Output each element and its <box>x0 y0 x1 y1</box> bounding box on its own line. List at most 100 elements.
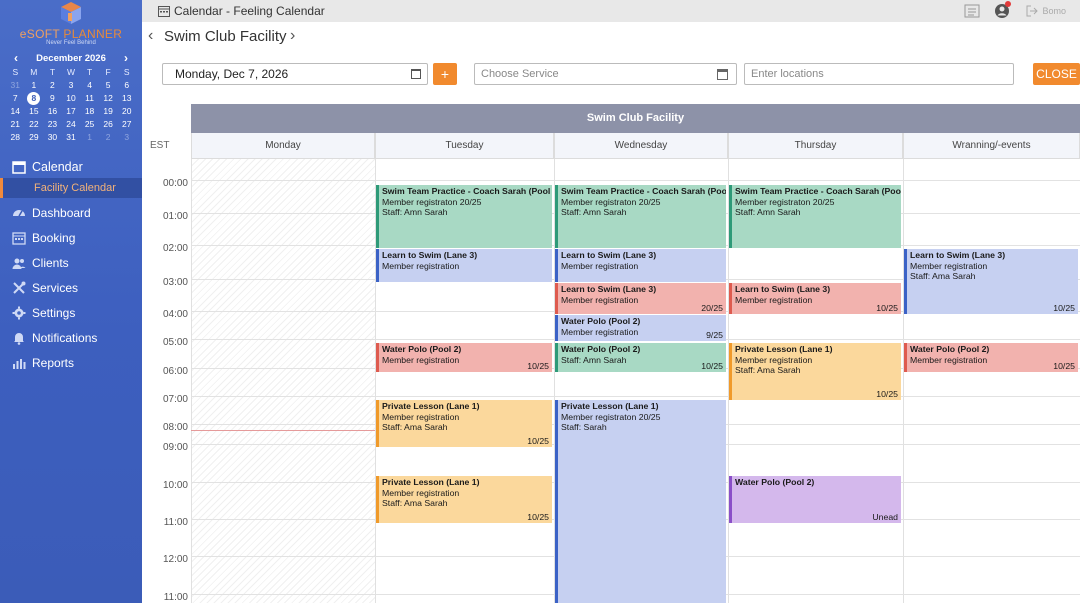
mini-day[interactable]: 31 <box>62 131 81 143</box>
calendar-event[interactable]: Water Polo (Pool 2) Unead <box>729 476 901 523</box>
event-detail: Staff: Ama Sarah <box>910 271 976 281</box>
mini-day[interactable]: 10 <box>62 92 81 104</box>
mini-day[interactable]: 29 <box>25 131 44 143</box>
locations-input[interactable]: Enter locations <box>744 63 1014 85</box>
logout-icon[interactable] <box>1026 5 1039 17</box>
mini-day[interactable]: 15 <box>25 105 44 117</box>
sidebar-item-label: Calendar <box>32 159 83 174</box>
mini-day[interactable]: 6 <box>117 79 136 91</box>
mini-next-month-button[interactable]: › <box>124 51 128 65</box>
event-title: Private Lesson (Lane 1) <box>382 401 480 411</box>
app-logo[interactable]: eSOFT PLANNER Never Feel Behind <box>0 0 142 50</box>
calendar-event[interactable]: Swim Team Practice - Coach Sarah (Pool 1… <box>376 185 552 248</box>
calendar-event[interactable]: Private Lesson (Lane 1) Member registrati… <box>729 343 901 400</box>
time-label: 08:00 <box>162 422 188 433</box>
time-label: 09:00 <box>162 442 188 453</box>
sidebar-item-booking[interactable]: Booking <box>0 225 142 250</box>
sidebar-item-clients[interactable]: Clients <box>0 250 142 275</box>
event-title: Water Polo (Pool 2) <box>382 344 462 354</box>
event-title: Learn to Swim (Lane 3) <box>382 250 478 260</box>
event-detail: Member registraton 20/25 <box>735 196 835 207</box>
mini-day[interactable]: 7 <box>6 92 25 104</box>
calendar-event[interactable]: Learn to Swim (Lane 3) Member registratio… <box>555 283 726 314</box>
calendar-event[interactable]: Water Polo (Pool 2) Member registration 9/… <box>555 315 726 341</box>
gear-icon <box>12 306 26 319</box>
mini-day[interactable]: 5 <box>99 79 118 91</box>
service-select[interactable]: Choose Service <box>474 63 737 85</box>
mini-day[interactable]: 27 <box>117 118 136 130</box>
sidebar-item-calendar[interactable]: Calendar <box>0 155 142 178</box>
calendar-event[interactable]: Water Polo (Pool 2) Staff: Amn Sarah 10/25 <box>555 343 726 372</box>
list-view-icon[interactable] <box>964 4 980 18</box>
mini-day[interactable]: 9 <box>43 92 62 104</box>
calendar-picker-icon[interactable] <box>411 69 421 79</box>
event-detail: Member registration <box>561 326 639 337</box>
mini-day[interactable]: 20 <box>117 105 136 117</box>
event-capacity: 10/25 <box>527 511 549 522</box>
sidebar-item-label: Reports <box>32 355 75 370</box>
mini-day[interactable]: 30 <box>43 131 62 143</box>
mini-day[interactable]: 25 <box>80 118 99 130</box>
calendar-event[interactable]: Private Lesson (Lane 1) Member registrati… <box>376 400 552 447</box>
close-button[interactable]: CLOSE <box>1033 63 1080 85</box>
event-title: Water Polo (Pool 2) <box>910 344 990 354</box>
mini-day[interactable]: 17 <box>62 105 81 117</box>
mini-day[interactable]: 28 <box>6 131 25 143</box>
user-avatar-icon[interactable] <box>994 1 1012 19</box>
mini-day[interactable]: 23 <box>43 118 62 130</box>
mini-day[interactable]: 18 <box>80 105 99 117</box>
date-picker-field[interactable]: Monday, Dec 7, 2026 <box>162 63 428 85</box>
calendar-event[interactable]: Private Lesson (Lane 1) Member registrati… <box>376 476 552 523</box>
logout-label[interactable]: Bomo <box>1042 6 1066 16</box>
sidebar-item-services[interactable]: Services <box>0 275 142 300</box>
brand-tagline: Never Feel Behind <box>46 40 96 46</box>
mini-prev-month-button[interactable]: ‹ <box>14 51 18 65</box>
mini-day[interactable]: 21 <box>6 118 25 130</box>
next-facility-button[interactable]: › <box>290 27 295 45</box>
event-detail: Member registration <box>382 260 460 271</box>
mini-day[interactable]: 4 <box>80 79 99 91</box>
mini-day[interactable]: 3 <box>117 131 136 143</box>
day-column[interactable] <box>903 159 1080 603</box>
mini-day[interactable]: 11 <box>80 92 99 104</box>
sidebar-item-facility-calendar[interactable]: Facility Calendar <box>0 178 142 198</box>
add-button[interactable]: + <box>433 63 457 85</box>
sidebar-item-settings[interactable]: Settings <box>0 300 142 325</box>
mini-day[interactable]: 13 <box>117 92 136 104</box>
mini-day[interactable]: 16 <box>43 105 62 117</box>
calendar-event[interactable]: Water Polo (Pool 2) Member registration 10… <box>376 343 552 372</box>
sidebar-item-notifications[interactable]: Notifications <box>0 325 142 350</box>
mini-day[interactable]: 24 <box>62 118 81 130</box>
previous-facility-button[interactable]: ‹ <box>148 27 153 45</box>
sidebar-item-reports[interactable]: Reports <box>0 350 142 375</box>
calendar-picker-icon[interactable] <box>717 69 728 80</box>
calendar-event[interactable]: Learn to Swim (Lane 3) Member registratio… <box>376 249 552 282</box>
mini-day[interactable]: 3 <box>62 79 81 91</box>
event-title: Swim Team Practice - Coach Sarah (Pool 1… <box>561 186 726 196</box>
mini-month-label: December 2026 <box>36 52 106 64</box>
mini-day-today[interactable]: 8 <box>25 92 44 105</box>
day-header: Wednesday <box>554 133 728 159</box>
mini-day[interactable]: 14 <box>6 105 25 117</box>
mini-day[interactable]: 2 <box>43 79 62 91</box>
mini-day[interactable]: 12 <box>99 92 118 104</box>
day-column[interactable] <box>191 159 375 603</box>
timezone-label: EST <box>150 140 170 151</box>
mini-day[interactable]: 22 <box>25 118 44 130</box>
calendar-event[interactable]: Private Lesson (Lane 1) Member registrato… <box>555 400 726 603</box>
mini-day[interactable]: 1 <box>80 131 99 143</box>
mini-day[interactable]: 19 <box>99 105 118 117</box>
calendar-event[interactable]: Learn to Swim (Lane 3) Member registratio… <box>729 283 901 314</box>
mini-day[interactable]: 2 <box>99 131 118 143</box>
calendar-event[interactable]: Learn to Swim (Lane 3) Member registratio… <box>904 249 1078 314</box>
calendar-event[interactable]: Swim Team Practice - Coach Sarah (Pool 1… <box>729 185 901 248</box>
event-detail: Staff: Ama Sarah <box>382 422 448 432</box>
calendar-event[interactable]: Learn to Swim (Lane 3) Member registratio… <box>555 249 726 282</box>
sidebar-item-dashboard[interactable]: Dashboard <box>0 200 142 225</box>
mini-day[interactable]: 31 <box>6 79 25 91</box>
mini-day[interactable]: 1 <box>25 79 44 91</box>
window-title: Calendar - Feeling Calendar <box>174 4 325 18</box>
calendar-event[interactable]: Swim Team Practice - Coach Sarah (Pool 1… <box>555 185 726 248</box>
mini-day[interactable]: 26 <box>99 118 118 130</box>
calendar-event[interactable]: Water Polo (Pool 2) Member registration 10… <box>904 343 1078 372</box>
